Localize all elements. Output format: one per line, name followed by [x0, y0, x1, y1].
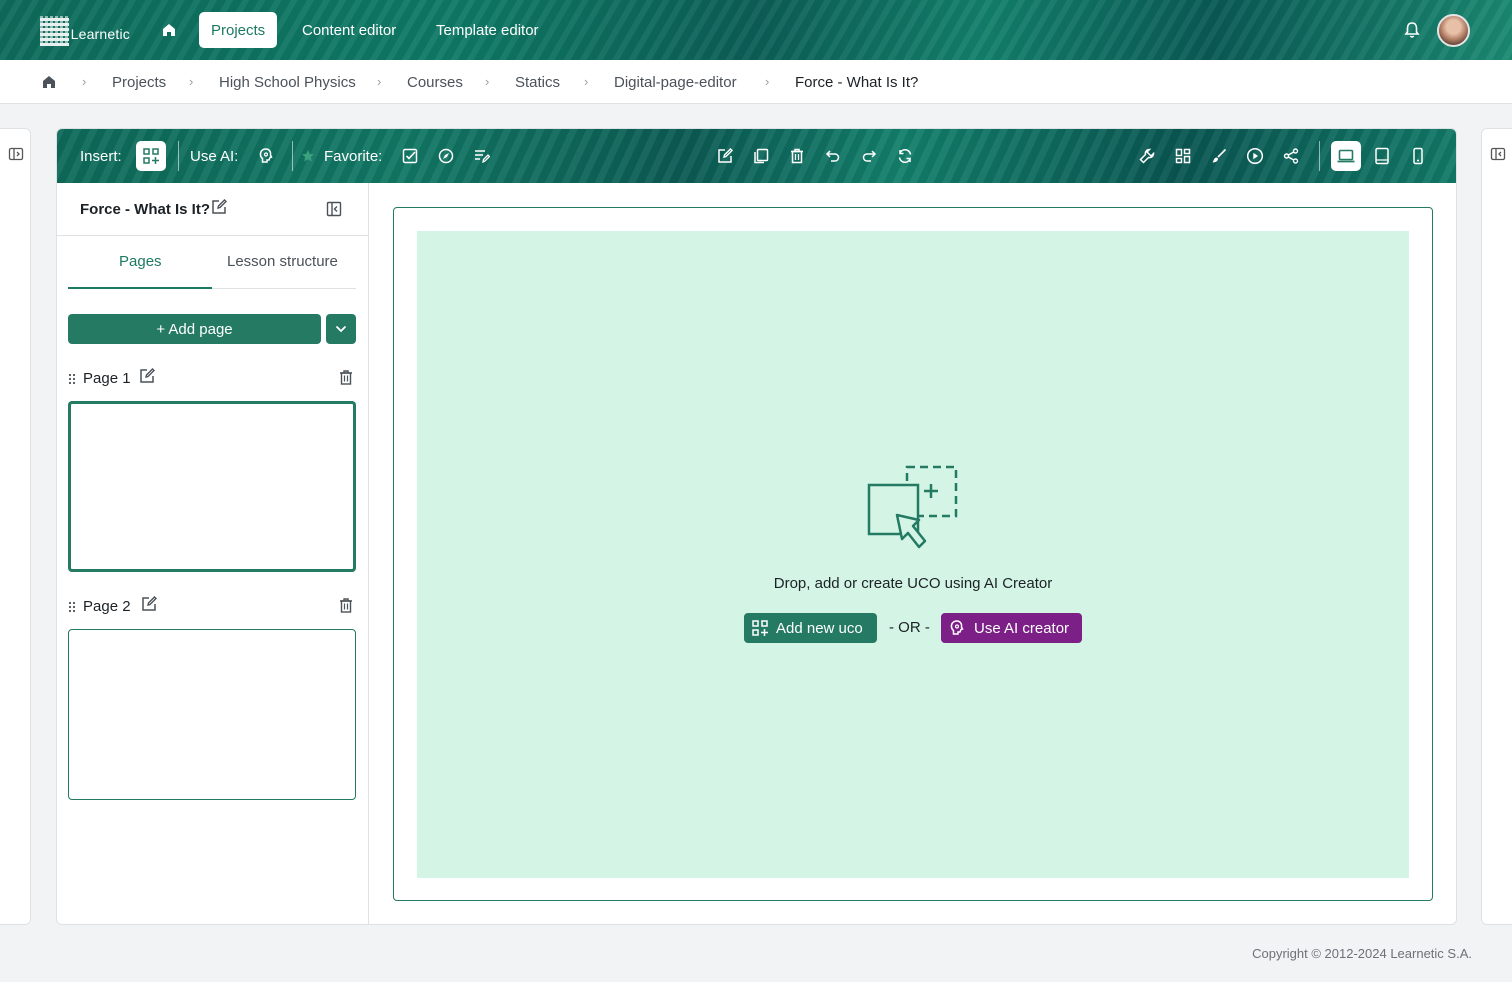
- logo-mark-icon: [40, 16, 69, 46]
- ai-brain-icon[interactable]: [254, 144, 278, 168]
- toolbar-divider: [178, 141, 179, 171]
- notifications-bell-icon[interactable]: [1403, 21, 1421, 44]
- page-label[interactable]: Page 2: [83, 598, 131, 615]
- breadcrumb-item-statics[interactable]: Statics: [515, 60, 560, 104]
- page-thumbnail-2[interactable]: [68, 629, 356, 800]
- editor-toolbar: Insert: Use AI: Favorite:: [57, 129, 1456, 183]
- edit-page-icon[interactable]: [141, 596, 157, 617]
- edit-icon[interactable]: [713, 144, 737, 168]
- edit-page-icon[interactable]: [139, 368, 155, 389]
- page-row-2: Page 2: [68, 596, 356, 618]
- ai-brain-icon: [950, 620, 964, 635]
- nav-template-editor[interactable]: Template editor: [424, 12, 551, 48]
- drop-instructions: Drop, add or create UCO using AI Creator: [773, 575, 1053, 592]
- add-page-button[interactable]: + Add page: [68, 314, 321, 344]
- use-ai-creator-button[interactable]: Use AI creator: [941, 613, 1082, 643]
- learnetic-logo[interactable]: Learnetic: [40, 15, 130, 47]
- page-thumbnail-1[interactable]: [68, 401, 356, 572]
- play-icon[interactable]: [1243, 144, 1267, 168]
- wrench-icon[interactable]: [1135, 144, 1159, 168]
- refresh-icon[interactable]: [893, 144, 917, 168]
- favorite-label: Favorite:: [324, 147, 383, 165]
- top-navigation-bar: Learnetic Projects Content editor Templa…: [0, 0, 1512, 60]
- delete-page-icon[interactable]: [339, 598, 353, 618]
- delete-page-icon[interactable]: [339, 370, 353, 390]
- active-tab-indicator: [68, 287, 212, 289]
- breadcrumb-item-courses[interactable]: Courses: [407, 60, 463, 104]
- toolbar-divider: [1319, 141, 1320, 171]
- logo-text: Learnetic: [70, 26, 130, 42]
- breadcrumb-current: Force - What Is It?: [795, 73, 919, 91]
- compass-icon[interactable]: [434, 144, 458, 168]
- tab-lesson-structure[interactable]: Lesson structure: [227, 253, 338, 270]
- toolbar-divider: [292, 141, 293, 171]
- nav-content-editor[interactable]: Content editor: [290, 12, 408, 48]
- editor-panel: Insert: Use AI: Favorite: Force - What I…: [56, 128, 1457, 925]
- use-ai-creator-label: Use AI creator: [974, 619, 1070, 637]
- lesson-title: Force - What Is It?: [80, 201, 211, 218]
- footer-copyright: Copyright © 2012-2024 Learnetic S.A.: [1252, 946, 1472, 961]
- insert-label: Insert:: [80, 147, 122, 165]
- chevron-right-icon: ›: [584, 74, 589, 89]
- home-icon[interactable]: [158, 20, 180, 40]
- checkbox-icon[interactable]: [398, 144, 422, 168]
- pages-panel: Force - What Is It? Pages Lesson structu…: [57, 183, 369, 924]
- drag-handle-icon[interactable]: [68, 600, 76, 618]
- add-page-dropdown-button[interactable]: [326, 314, 356, 344]
- insert-module-icon[interactable]: [136, 141, 166, 171]
- or-separator: - OR -: [889, 619, 930, 636]
- chevron-right-icon: ›: [765, 74, 770, 89]
- tab-pages[interactable]: Pages: [119, 253, 162, 270]
- mobile-view-icon[interactable]: [1406, 144, 1430, 168]
- collapse-panel-icon[interactable]: [326, 201, 342, 222]
- divider: [57, 235, 369, 236]
- page-canvas: Drop, add or create UCO using AI Creator…: [393, 207, 1433, 901]
- chevron-right-icon: ›: [485, 74, 490, 89]
- breadcrumb-home-icon[interactable]: [42, 60, 56, 104]
- insert-module-icon: [752, 620, 768, 636]
- undo-icon[interactable]: [821, 144, 845, 168]
- chevron-right-icon: ›: [189, 74, 194, 89]
- edit-title-icon[interactable]: [211, 199, 227, 220]
- delete-icon[interactable]: [785, 144, 809, 168]
- chevron-down-icon: [335, 325, 347, 333]
- drag-handle-icon[interactable]: [68, 372, 76, 390]
- page-row-1: Page 1: [68, 368, 356, 390]
- share-icon[interactable]: [1279, 144, 1303, 168]
- expand-panel-icon[interactable]: [8, 146, 24, 167]
- breadcrumb-item-digital-page-editor[interactable]: Digital-page-editor: [614, 60, 737, 104]
- breadcrumb: › Projects › High School Physics › Cours…: [0, 60, 1512, 104]
- drop-module-illustration-icon: [867, 465, 959, 562]
- chevron-right-icon: ›: [377, 74, 382, 89]
- layout-grid-icon[interactable]: [1171, 144, 1195, 168]
- use-ai-label: Use AI:: [190, 147, 239, 165]
- desktop-view-icon[interactable]: [1331, 141, 1361, 171]
- breadcrumb-item-high-school-physics[interactable]: High School Physics: [219, 60, 356, 104]
- breadcrumb-item-projects[interactable]: Projects: [112, 60, 166, 104]
- left-collapsed-panel: [0, 128, 31, 925]
- star-icon: [300, 144, 316, 168]
- user-avatar[interactable]: [1437, 14, 1470, 47]
- expand-panel-icon[interactable]: [1490, 146, 1506, 167]
- add-new-uco-label: Add new uco: [776, 619, 863, 637]
- text-edit-icon[interactable]: [470, 144, 494, 168]
- chevron-right-icon: ›: [82, 74, 87, 89]
- drop-zone[interactable]: Drop, add or create UCO using AI Creator…: [417, 231, 1409, 878]
- add-new-uco-button[interactable]: Add new uco: [744, 613, 877, 643]
- nav-projects[interactable]: Projects: [199, 12, 278, 48]
- brush-icon[interactable]: [1207, 144, 1231, 168]
- duplicate-icon[interactable]: [749, 144, 773, 168]
- page-label[interactable]: Page 1: [83, 370, 131, 387]
- redo-icon[interactable]: [857, 144, 881, 168]
- tablet-view-icon[interactable]: [1370, 144, 1394, 168]
- right-collapsed-panel: [1481, 128, 1512, 925]
